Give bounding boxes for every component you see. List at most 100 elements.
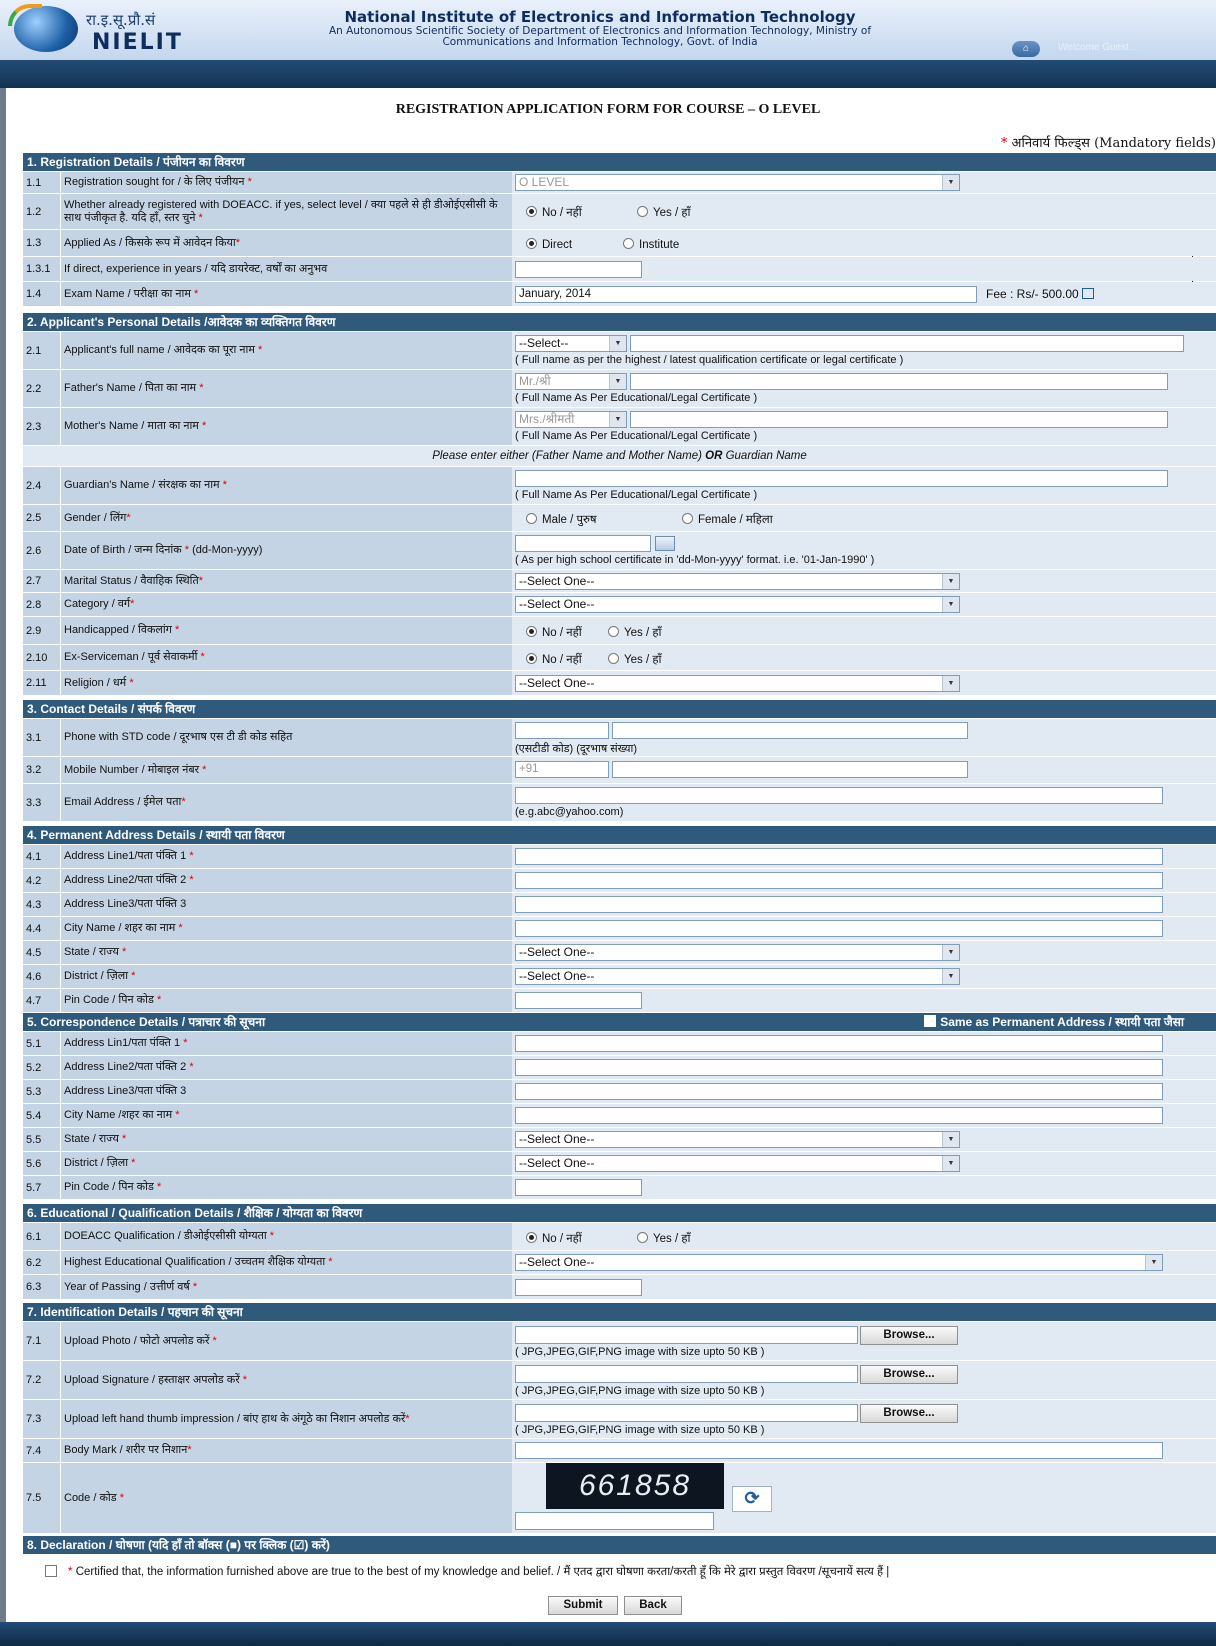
required-star: * bbox=[181, 796, 186, 808]
title-select[interactable]: --Select-- ▼ bbox=[515, 335, 627, 352]
radio-yes[interactable]: Yes / हाँ bbox=[608, 625, 661, 640]
row-2-5: 2.5 Gender / लिंग * Male / पुरुष Female /… bbox=[23, 505, 1216, 531]
section-3-header: 3. Contact Details / संपर्क विवरण bbox=[23, 700, 1216, 718]
row-label: Date of Birth / जन्म दिनांक * (dd-Mon-yy… bbox=[64, 532, 509, 569]
corr-district-select[interactable]: --Select One-- ▼ bbox=[515, 1155, 960, 1172]
submit-button[interactable]: Submit bbox=[548, 1596, 618, 1615]
body-mark-input[interactable] bbox=[515, 1442, 1163, 1459]
signature-file-input[interactable] bbox=[515, 1365, 858, 1383]
label-text: Category / वर्ग bbox=[64, 598, 131, 610]
std-code-input[interactable] bbox=[515, 722, 609, 739]
required-star: * bbox=[131, 1157, 136, 1169]
section-7-header: 7. Identification Details / पहचान की सूच… bbox=[23, 1303, 1216, 1321]
label-text: Whether already registered with DOEACC. … bbox=[64, 198, 498, 224]
state-select[interactable]: --Select One-- ▼ bbox=[515, 944, 960, 961]
radio-institute[interactable]: Institute bbox=[623, 238, 679, 251]
required-star: * bbox=[131, 970, 136, 982]
section-6-header: 6. Educational / Qualification Details /… bbox=[23, 1204, 1216, 1222]
radio-no[interactable]: No / नहीं bbox=[526, 652, 582, 667]
marital-status-select[interactable]: --Select One-- ▼ bbox=[515, 573, 960, 590]
row-value: (e.g.abc@yahoo.com) bbox=[512, 784, 1216, 821]
qualification-select[interactable]: --Select One-- ▼ bbox=[515, 1254, 1163, 1271]
back-button[interactable]: Back bbox=[624, 1596, 682, 1615]
radio-no[interactable]: No / नहीं bbox=[526, 625, 582, 640]
calendar-icon[interactable] bbox=[655, 536, 675, 551]
row-label: Highest Educational Qualification / उच्च… bbox=[64, 1251, 509, 1274]
logo-english-text: NIELIT bbox=[92, 30, 183, 55]
country-code-input[interactable]: +91 bbox=[515, 761, 609, 778]
father-name-input[interactable] bbox=[630, 373, 1168, 390]
thumb-file-input[interactable] bbox=[515, 1404, 858, 1422]
browse-thumb-button[interactable]: Browse... bbox=[860, 1404, 958, 1423]
radio-direct[interactable]: Direct bbox=[526, 238, 572, 251]
city-input[interactable] bbox=[515, 920, 1163, 937]
corr-address-line1-input[interactable] bbox=[515, 1035, 1163, 1052]
row-value: O LEVEL ▼ bbox=[512, 172, 1216, 193]
religion-select[interactable]: --Select One-- ▼ bbox=[515, 675, 960, 692]
full-name-input[interactable] bbox=[630, 335, 1184, 352]
radio-no[interactable]: No / नहीं bbox=[526, 1231, 582, 1246]
mobile-input[interactable] bbox=[612, 761, 968, 778]
required-star: * bbox=[405, 1412, 410, 1425]
address-line2-input[interactable] bbox=[515, 872, 1163, 889]
pincode-input[interactable] bbox=[515, 992, 642, 1009]
corr-pincode-input[interactable] bbox=[515, 1179, 642, 1196]
photo-file-input[interactable] bbox=[515, 1326, 858, 1344]
guardian-name-input[interactable] bbox=[515, 470, 1168, 487]
label-text: DOEACC Qualification / डीओईएसीसी योग्यता bbox=[64, 1230, 267, 1242]
dob-input[interactable] bbox=[515, 535, 651, 552]
radio-male[interactable]: Male / पुरुष bbox=[526, 512, 597, 527]
district-select[interactable]: --Select One-- ▼ bbox=[515, 968, 960, 985]
required-star: * bbox=[119, 1491, 124, 1504]
corr-address-line2-input[interactable] bbox=[515, 1059, 1163, 1076]
mother-name-input[interactable] bbox=[630, 411, 1168, 428]
registration-sought-select[interactable]: O LEVEL ▼ bbox=[515, 174, 960, 191]
mother-title-select[interactable]: Mrs./श्रीमती ▼ bbox=[515, 411, 627, 428]
father-title-select[interactable]: Mr./श्री ▼ bbox=[515, 373, 627, 390]
radio-yes[interactable]: Yes / हाँ bbox=[637, 1231, 690, 1246]
corr-address-line3-input[interactable] bbox=[515, 1083, 1163, 1100]
chevron-down-icon: ▼ bbox=[609, 374, 626, 389]
row-number: 7.1 bbox=[23, 1322, 61, 1360]
same-as-permanent-checkbox[interactable]: Same as Permanent Address / स्थायी पता ज… bbox=[924, 1013, 1184, 1030]
experience-input[interactable] bbox=[515, 261, 642, 278]
radio-yes[interactable]: Yes / हाँ bbox=[637, 205, 690, 220]
label-text: Applicant's full name / आवेदक का पूरा ना… bbox=[64, 344, 255, 356]
declaration-checkbox[interactable] bbox=[45, 1565, 57, 1579]
row-value: ( As per high school certificate in 'dd-… bbox=[512, 532, 1216, 569]
label-text: Email Address / ईमेल पता bbox=[64, 796, 182, 808]
year-passing-input[interactable] bbox=[515, 1279, 642, 1296]
corr-city-input[interactable] bbox=[515, 1107, 1163, 1124]
row-5-1: 5.1 Address Lin1/पता पंक्ति 1 * bbox=[23, 1032, 1216, 1055]
browse-signature-button[interactable]: Browse... bbox=[860, 1365, 958, 1384]
label-text: Pin Code / पिन कोड bbox=[64, 994, 154, 1006]
captcha-input[interactable] bbox=[515, 1512, 714, 1530]
external-link-icon[interactable] bbox=[1081, 288, 1094, 299]
row-7-4: 7.4 Body Mark / शरीर पर निशान * bbox=[23, 1439, 1216, 1462]
select-value: O LEVEL bbox=[519, 175, 570, 189]
refresh-icon[interactable]: ⟳ bbox=[732, 1486, 772, 1512]
select-value: Mrs./श्रीमती bbox=[519, 412, 575, 426]
browse-photo-button[interactable]: Browse... bbox=[860, 1326, 958, 1345]
radio-female[interactable]: Female / महिला bbox=[682, 512, 773, 527]
label-text: Registration sought for / के लिए पंजीयन bbox=[64, 176, 245, 188]
home-icon[interactable]: ⌂ bbox=[1012, 41, 1040, 57]
radio-no[interactable]: No / नहीं bbox=[526, 205, 582, 220]
form-title: REGISTRATION APPLICATION FORM FOR COURSE… bbox=[395, 102, 821, 117]
radio-yes[interactable]: Yes / हाँ bbox=[608, 652, 661, 667]
row-number: 5.3 bbox=[23, 1080, 61, 1103]
address-line1-input[interactable] bbox=[515, 848, 1163, 865]
exam-name-input[interactable]: January, 2014 bbox=[515, 286, 977, 303]
email-input[interactable] bbox=[515, 787, 1163, 804]
address-line3-input[interactable] bbox=[515, 896, 1163, 913]
row-label: Mother's Name / माता का नाम * bbox=[64, 408, 509, 445]
category-select[interactable]: --Select One-- ▼ bbox=[515, 596, 960, 613]
corr-state-select[interactable]: --Select One-- ▼ bbox=[515, 1131, 960, 1148]
row-number: 4.6 bbox=[23, 965, 61, 988]
label-text: Gender / लिंग bbox=[64, 511, 127, 524]
required-star: * bbox=[156, 1181, 162, 1193]
phone-input[interactable] bbox=[612, 722, 968, 739]
row-label: Upload Photo / फोटो अपलोड करें * bbox=[64, 1322, 509, 1360]
row-value: January, 2014 Fee : Rs/- 500.00 bbox=[512, 282, 1216, 306]
label-text: Exam Name / परीक्षा का नाम bbox=[64, 287, 191, 300]
